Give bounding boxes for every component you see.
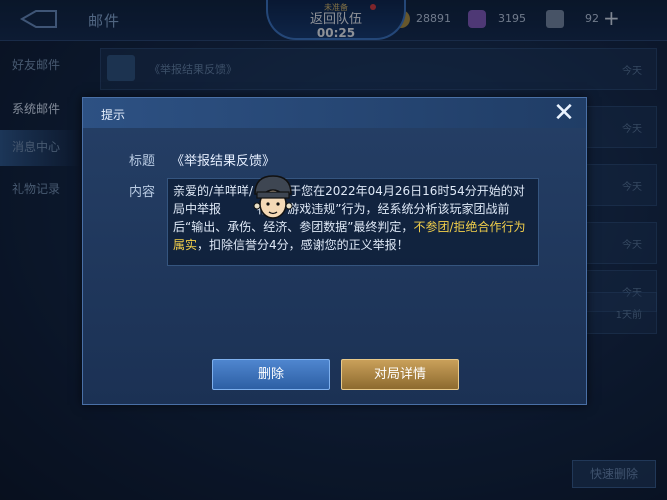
close-icon[interactable]: ✕	[550, 100, 578, 128]
dialog-title: 提示	[101, 108, 126, 122]
match-details-button[interactable]: 对局详情	[341, 359, 459, 390]
subject-label: 标题	[129, 154, 156, 169]
sticker-avatar-icon	[253, 175, 293, 219]
content-box: 亲爱的/羊咩咩/ 关于您在2022年04月26日16时54分开始的对局中举报 存…	[167, 178, 539, 266]
delete-button[interactable]: 删除	[212, 359, 330, 390]
subject-value: 《举报结果反馈》	[171, 154, 276, 169]
content-text-4: ，扣除信誉分4分，感谢您的正义举报！	[197, 238, 409, 252]
dialog-header: 提示	[83, 98, 586, 128]
report-result-dialog: 提示 ✕ 标题 《举报结果反馈》 内容 亲爱的/羊咩咩/ 关于您在2022年04…	[82, 97, 587, 405]
content-label: 内容	[129, 185, 156, 200]
content-text-1: 亲爱的/羊咩咩/	[173, 184, 254, 198]
